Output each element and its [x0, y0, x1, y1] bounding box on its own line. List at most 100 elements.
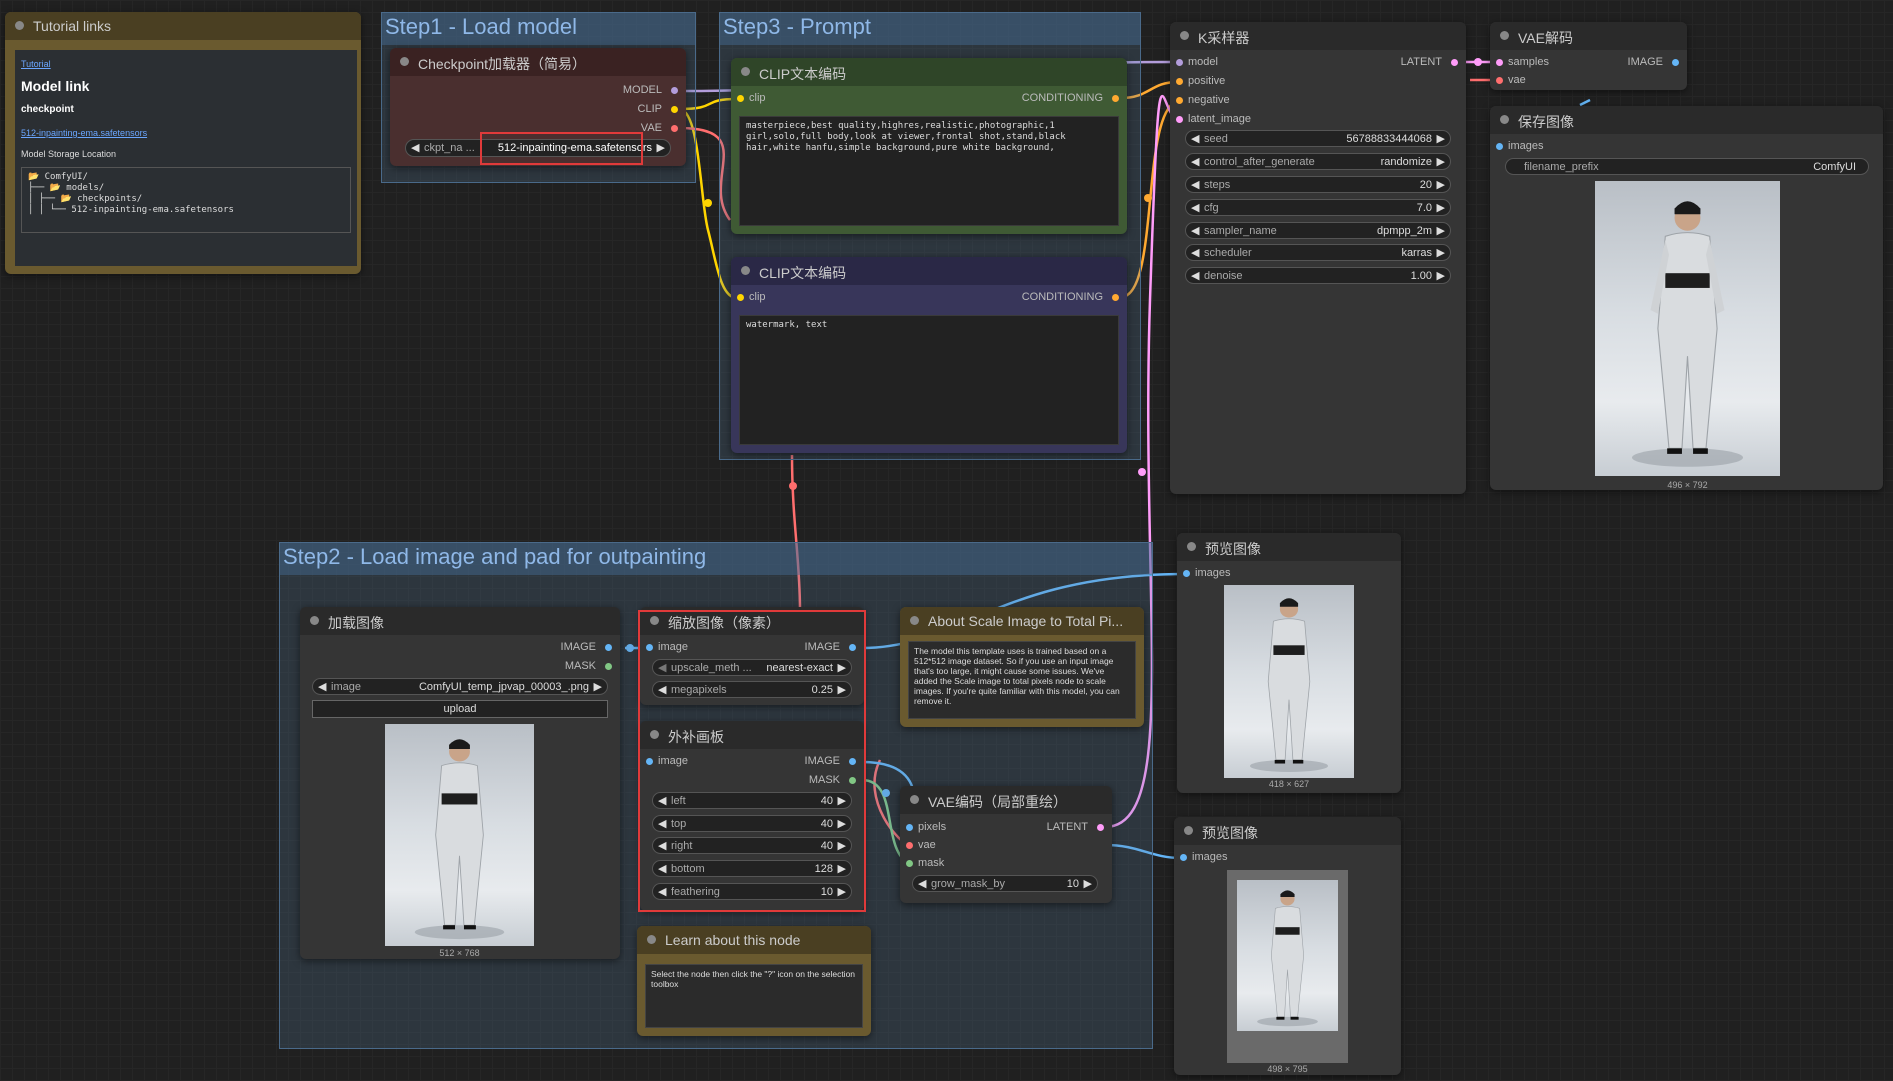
input-samples-label: samples	[1508, 56, 1549, 68]
input-vae-socket[interactable]	[906, 842, 913, 849]
scheduler-widget[interactable]: ◀ scheduler karras ▶	[1185, 244, 1451, 261]
preview-image-size: 418 × 627	[1268, 779, 1310, 789]
preview-image-node-2[interactable]: 预览图像 images 498 × 795	[1174, 817, 1401, 1075]
input-latent-label: latent_image	[1188, 113, 1251, 125]
steps-widget[interactable]: ◀ steps 20 ▶	[1185, 176, 1451, 193]
input-images-socket[interactable]	[1183, 570, 1190, 577]
vae-decode-node[interactable]: VAE解码 samples vae IMAGE	[1490, 22, 1687, 90]
output-conditioning-socket[interactable]	[1112, 294, 1119, 301]
arrow-left-icon[interactable]: ◀	[411, 141, 419, 154]
input-clip-socket[interactable]	[737, 95, 744, 102]
node-collapse-dot[interactable]	[1180, 31, 1189, 40]
node-collapse-dot[interactable]	[741, 266, 750, 275]
group-step1-title: Step1 - Load model	[382, 13, 695, 45]
input-model-socket[interactable]	[1176, 59, 1183, 66]
cfg-widget[interactable]: ◀ cfg 7.0 ▶	[1185, 199, 1451, 216]
widget-value: karras	[1401, 247, 1432, 259]
output-mask-socket[interactable]	[605, 663, 612, 670]
prompt-textarea[interactable]: masterpiece,best quality,highres,realist…	[739, 116, 1119, 226]
input-negative-socket[interactable]	[1176, 97, 1183, 104]
tutorial-content: Tutorial Model link checkpoint 512-inpai…	[15, 50, 357, 266]
save-image-node[interactable]: 保存图像 images filename_prefix ComfyUI 496 …	[1490, 106, 1883, 490]
widget-value: ComfyUI_temp_jpvap_00003_.png	[418, 681, 589, 693]
input-image-preview[interactable]	[385, 724, 534, 946]
save-image-title: 保存图像	[1490, 106, 1883, 134]
input-pixels-socket[interactable]	[906, 824, 913, 831]
image-file-combo[interactable]: ◀ image ComfyUI_temp_jpvap_00003_.png ▶	[312, 678, 608, 695]
input-vae-socket[interactable]	[1496, 77, 1503, 84]
output-latent-socket[interactable]	[1451, 59, 1458, 66]
seed-widget[interactable]: ◀ seed 56788833444068 ▶	[1185, 130, 1451, 147]
output-image[interactable]	[1595, 181, 1780, 476]
highlight-box	[638, 610, 866, 912]
tree-line: 📂 ComfyUI/	[28, 172, 88, 182]
input-positive-socket[interactable]	[1176, 78, 1183, 85]
output-conditioning-label: CONDITIONING	[1021, 92, 1103, 104]
node-collapse-dot[interactable]	[1184, 826, 1193, 835]
preview-image-node-1[interactable]: 预览图像 images 418 × 627	[1177, 533, 1401, 793]
node-collapse-dot[interactable]	[647, 935, 656, 944]
padded-preview-image[interactable]	[1237, 880, 1338, 1031]
input-images-socket[interactable]	[1180, 854, 1187, 861]
load-image-title: 加载图像	[300, 607, 620, 635]
vae-encode-title: VAE编码（局部重绘）	[900, 786, 1112, 814]
widget-value: 56788833444068	[1346, 133, 1432, 145]
tutorial-heading: Model link	[21, 78, 90, 94]
node-collapse-dot[interactable]	[741, 67, 750, 76]
clip-text-encode-negative-node[interactable]: CLIP文本编码 clip CONDITIONING watermark, te…	[731, 257, 1127, 453]
denoise-widget[interactable]: ◀ denoise 1.00 ▶	[1185, 267, 1451, 284]
filename-prefix-widget[interactable]: filename_prefix ComfyUI	[1505, 158, 1869, 175]
node-collapse-dot[interactable]	[1500, 31, 1509, 40]
tree-line: │ ├── 📂 checkpoints/	[28, 194, 143, 204]
negative-prompt-textarea[interactable]: watermark, text	[739, 315, 1119, 445]
sampler-name-widget[interactable]: ◀ sampler_name dpmpp_2m ▶	[1185, 222, 1451, 239]
input-latent-socket[interactable]	[1176, 116, 1183, 123]
learn-note-title: Learn about this node	[637, 926, 871, 954]
input-samples-socket[interactable]	[1496, 59, 1503, 66]
tutorial-links-title: Tutorial links	[5, 12, 361, 40]
about-scale-note[interactable]: About Scale Image to Total Pi... The mod…	[900, 607, 1144, 727]
ckpt-label: ckpt_na ...	[424, 142, 475, 154]
load-image-node[interactable]: 加载图像 IMAGE MASK ◀ image ComfyUI_temp_jpvap…	[300, 607, 620, 959]
tutorial-link[interactable]: Tutorial	[21, 59, 51, 69]
output-vae-socket[interactable]	[671, 125, 678, 132]
preview-image[interactable]	[1224, 585, 1354, 778]
output-image-label: IMAGE	[1627, 56, 1663, 68]
learn-node-note[interactable]: Learn about this node Select the node th…	[637, 926, 871, 1036]
control-after-generate-widget[interactable]: ◀ control_after_generate randomize ▶	[1185, 153, 1451, 170]
tutorial-links-node[interactable]: Tutorial links Tutorial Model link check…	[5, 12, 361, 274]
group-step3-title: Step3 - Prompt	[720, 13, 1140, 45]
clip-text-encode-positive-node[interactable]: CLIP文本编码 clip CONDITIONING masterpiece,b…	[731, 58, 1127, 234]
arrow-right-icon[interactable]: ▶	[657, 141, 665, 154]
node-collapse-dot[interactable]	[310, 616, 319, 625]
output-image-label: IMAGE	[560, 641, 596, 653]
ksampler-node[interactable]: K采样器 model positive negative latent_imag…	[1170, 22, 1466, 494]
output-image-socket[interactable]	[605, 644, 612, 651]
input-pixels-label: pixels	[918, 821, 947, 833]
input-images-socket[interactable]	[1496, 143, 1503, 150]
node-collapse-dot[interactable]	[910, 795, 919, 804]
node-collapse-dot[interactable]	[910, 616, 919, 625]
input-clip-socket[interactable]	[737, 294, 744, 301]
storage-tree: 📂 ComfyUI/ ├── 📂 models/ │ ├── 📂 checkpo…	[21, 167, 351, 233]
node-collapse-dot[interactable]	[400, 57, 409, 66]
output-model-socket[interactable]	[671, 87, 678, 94]
node-collapse-dot[interactable]	[15, 21, 24, 30]
output-latent-socket[interactable]	[1097, 824, 1104, 831]
output-clip-socket[interactable]	[671, 106, 678, 113]
node-collapse-dot[interactable]	[1500, 115, 1509, 124]
input-images-label: images	[1508, 140, 1544, 152]
checkpoint-loader-node[interactable]: Checkpoint加载器（简易） MODEL CLIP VAE ◀ ckpt_…	[390, 48, 686, 166]
vae-encode-inpaint-node[interactable]: VAE编码（局部重绘） pixels vae mask LATENT ◀ grow…	[900, 786, 1112, 903]
output-latent-label: LATENT	[1400, 56, 1442, 68]
learn-note-text: Select the node then click the "?" icon …	[645, 964, 863, 1028]
widget-label: sampler_name	[1204, 225, 1277, 237]
upload-button[interactable]: upload	[312, 700, 608, 718]
input-mask-socket[interactable]	[906, 860, 913, 867]
grow-mask-widget[interactable]: ◀ grow_mask_by 10 ▶	[912, 875, 1098, 892]
output-image-socket[interactable]	[1672, 59, 1679, 66]
output-conditioning-socket[interactable]	[1112, 95, 1119, 102]
node-collapse-dot[interactable]	[1187, 542, 1196, 551]
about-scale-title: About Scale Image to Total Pi...	[900, 607, 1144, 635]
model-download-link[interactable]: 512-inpainting-ema.safetensors	[21, 128, 147, 138]
